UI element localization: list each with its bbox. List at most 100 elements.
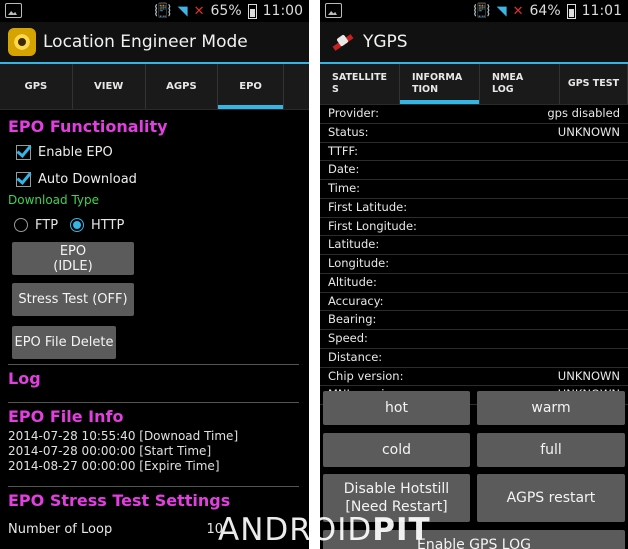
app-title: YGPS — [363, 32, 408, 52]
info-row-chip-version: Chip version: UNKNOWN — [320, 368, 628, 387]
full-start-button[interactable]: full — [477, 433, 625, 467]
image-notification-icon — [325, 3, 342, 18]
no-signal-icon: ✕ — [512, 3, 524, 19]
info-row-ttff: TTFF: — [320, 143, 628, 162]
wifi-icon: ◥ — [496, 3, 507, 19]
tab-information[interactable]: INFORMA TION — [400, 64, 480, 104]
ftp-label: FTP — [35, 217, 59, 233]
stress-test-button[interactable]: Stress Test (OFF) — [12, 283, 134, 316]
location-engineer-screen: 📳 ◥ ✕ 65% 11:00 Location Engineer Mode G… — [0, 0, 309, 549]
enable-epo-row[interactable]: Enable EPO — [0, 139, 309, 166]
info-label: Chip version: — [328, 368, 404, 383]
info-label: Distance: — [328, 349, 383, 364]
epo-button[interactable]: EPO (IDLE) — [12, 242, 134, 275]
tab-agps[interactable]: AGPS — [146, 64, 219, 109]
info-row-distance: Distance: — [320, 349, 628, 368]
info-row-bearing: Bearing: — [320, 311, 628, 330]
epo-file-delete-button[interactable]: EPO File Delete — [12, 326, 116, 359]
epo-functionality-title: EPO Functionality — [8, 117, 168, 136]
info-label: Date: — [328, 162, 360, 177]
status-bar: 📳 ◥ ✕ 64% 11:01 — [320, 0, 628, 22]
tab-bar: GPS VIEW AGPS EPO — [0, 64, 309, 110]
info-value: UNKNOWN — [557, 124, 620, 139]
start-time-line: 2014-07-28 00:00:00 [Start Time] — [8, 444, 212, 458]
agps-restart-button[interactable]: AGPS restart — [477, 474, 625, 522]
androidpit-watermark: ANDROIDPIT — [218, 512, 431, 548]
cold-start-button[interactable]: cold — [323, 433, 470, 467]
info-row-altitude: Altitude: — [320, 274, 628, 293]
info-label: First Longitude: — [328, 218, 417, 233]
info-label: First Latitude: — [328, 199, 408, 214]
clock: 11:00 — [262, 3, 303, 19]
divider — [8, 486, 299, 487]
info-label: Provider: — [328, 106, 380, 120]
epo-file-delete-label: EPO File Delete — [14, 335, 114, 350]
info-label: Latitude: — [328, 237, 380, 252]
tab-satellites[interactable]: SATELLITE S — [320, 64, 400, 104]
action-bar: Location Engineer Mode — [0, 22, 309, 64]
vibrate-icon: 📳 — [154, 3, 172, 19]
tab-gps-test[interactable]: GPS TEST — [560, 64, 628, 104]
info-row-latitude: Latitude: — [320, 236, 628, 255]
info-row-first-longitude: First Longitude: — [320, 218, 628, 237]
enable-epo-label: Enable EPO — [38, 145, 113, 160]
satellite-app-icon — [328, 28, 356, 56]
gps-information-table: Provider: gps disabled Status: UNKNOWN TTF… — [320, 105, 628, 405]
watermark-pit: PIT — [372, 512, 431, 548]
tab-nmea-log-line2: LOG — [492, 84, 514, 95]
info-row-accuracy: Accuracy: — [320, 293, 628, 312]
info-row-longitude: Longitude: — [320, 255, 628, 274]
ygps-screen: 📳 ◥ ✕ 64% 11:01 YGPS SATELLITE S INFORMA T… — [320, 0, 628, 549]
status-bar: 📳 ◥ ✕ 65% 11:00 — [0, 0, 309, 22]
enable-epo-checkbox[interactable] — [16, 145, 31, 160]
download-time-line: 2014-07-28 10:55:40 [Downoad Time] — [8, 429, 239, 443]
download-type-options: FTP HTTP — [0, 211, 309, 239]
http-label: HTTP — [91, 217, 125, 233]
disable-hotstill-label: Disable Hotstill — [343, 481, 450, 497]
tab-gps-test-label: GPS TEST — [567, 78, 620, 89]
divider — [8, 402, 299, 403]
wifi-icon: ◥ — [177, 3, 188, 19]
info-row-date: Date: — [320, 161, 628, 180]
auto-download-checkbox[interactable] — [16, 172, 31, 187]
epo-button-status: (IDLE) — [53, 258, 93, 274]
image-notification-icon — [5, 3, 22, 18]
stress-test-label: Stress Test (OFF) — [18, 292, 128, 307]
info-label: Accuracy: — [328, 293, 384, 308]
location-engineer-app-icon — [8, 28, 36, 56]
info-label: Altitude: — [328, 274, 377, 289]
http-radio[interactable] — [70, 218, 85, 232]
warm-start-button[interactable]: warm — [477, 391, 625, 425]
info-row-speed: Speed: — [320, 330, 628, 349]
divider — [8, 364, 299, 365]
tab-satellites-line2: S — [332, 84, 339, 95]
battery-percent: 64% — [529, 3, 561, 19]
auto-download-row[interactable]: Auto Download — [0, 166, 309, 193]
ftp-radio[interactable] — [14, 218, 28, 232]
clock: 11:01 — [581, 3, 622, 19]
epo-file-info-title: EPO File Info — [8, 407, 124, 426]
hot-start-button[interactable]: hot — [323, 391, 470, 425]
tab-epo[interactable]: EPO — [218, 64, 284, 109]
info-row-time: Time: — [320, 180, 628, 199]
no-signal-icon: ✕ — [193, 3, 205, 19]
log-title: Log — [8, 369, 41, 388]
expire-time-line: 2014-08-27 00:00:00 [Expire Time] — [8, 459, 220, 473]
info-label: Time: — [328, 181, 361, 195]
tab-information-line1: INFORMA — [412, 72, 463, 83]
tab-nmea-log[interactable]: NMEA LOG — [480, 64, 560, 104]
vibrate-icon: 📳 — [473, 3, 491, 19]
info-label: Speed: — [328, 331, 368, 345]
epo-stress-test-settings-title: EPO Stress Test Settings — [8, 491, 231, 510]
watermark-android: ANDROID — [218, 512, 373, 548]
epo-button-label: EPO — [59, 243, 87, 259]
info-label: Bearing: — [328, 312, 377, 327]
tab-bar-spacer — [284, 64, 309, 109]
info-value: UNKNOWN — [557, 368, 620, 383]
battery-icon — [247, 3, 257, 19]
epo-content: EPO Functionality Enable EPO Auto Downlo… — [0, 112, 309, 537]
tab-view[interactable]: VIEW — [73, 64, 146, 109]
tab-gps[interactable]: GPS — [0, 64, 73, 109]
info-value: gps disabled — [547, 106, 620, 120]
info-row-status: Status: UNKNOWN — [320, 124, 628, 143]
